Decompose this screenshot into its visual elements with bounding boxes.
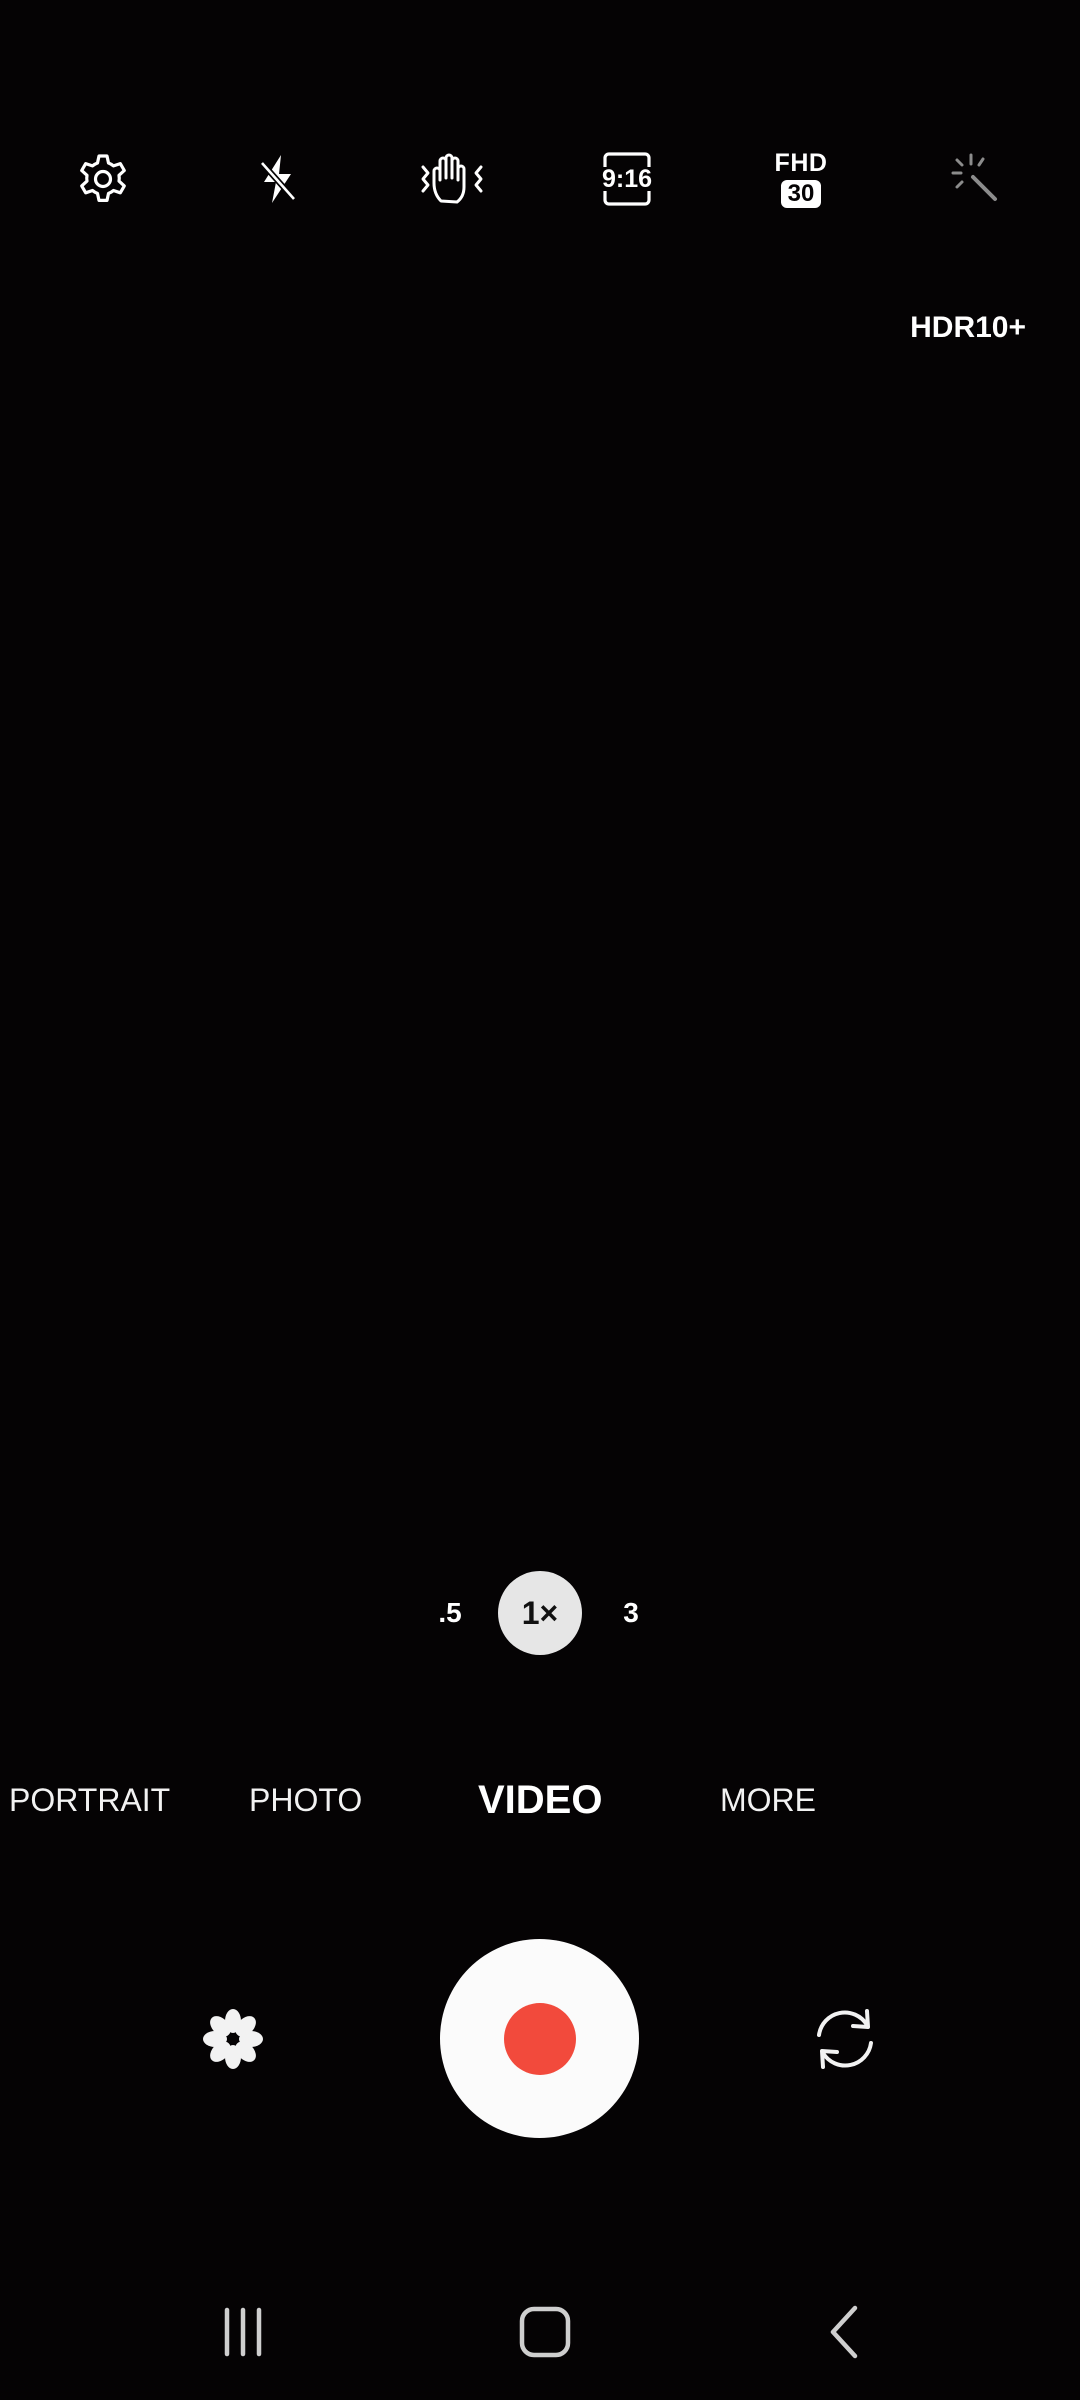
filters-button[interactable] (188, 1994, 278, 2084)
camera-screen: 9:16 FHD 30 HDR10+ .5 1× 3 PORTRAIT PHOT… (0, 0, 1080, 2400)
flash-off-icon (259, 155, 297, 203)
back-button[interactable] (800, 2287, 890, 2377)
back-icon (830, 2305, 858, 2359)
record-button[interactable] (440, 1939, 639, 2138)
switch-camera-button[interactable] (800, 1994, 890, 2084)
flash-button[interactable] (233, 134, 323, 224)
home-icon (519, 2306, 571, 2358)
mode-portrait[interactable]: PORTRAIT (9, 1770, 170, 1830)
aspect-ratio-button[interactable]: 9:16 (582, 134, 672, 224)
flower-icon (203, 2009, 263, 2069)
mode-selector: PORTRAIT PHOTO VIDEO MORE (0, 1770, 1080, 1830)
record-icon (503, 2002, 576, 2075)
zoom-active-indicator: 1× (498, 1571, 582, 1655)
hand-shake-icon (421, 153, 483, 204)
camera-switch-icon (817, 2009, 873, 2069)
system-navigation-bar (0, 2280, 1080, 2384)
fps-label: 30 (780, 180, 822, 208)
recents-icon (224, 2307, 262, 2357)
stabilization-button[interactable] (407, 134, 497, 224)
mode-more[interactable]: MORE (720, 1770, 816, 1830)
home-button[interactable] (500, 2287, 590, 2377)
zoom-option-1x[interactable]: 1× (498, 1570, 582, 1656)
gear-icon (80, 154, 126, 202)
aspect-ratio-label: 9:16 (601, 164, 653, 193)
mode-photo[interactable]: PHOTO (249, 1770, 362, 1830)
zoom-option-3x[interactable]: 3 (611, 1570, 651, 1656)
settings-button[interactable] (58, 134, 148, 224)
mode-video[interactable]: VIDEO (478, 1770, 602, 1830)
hdr-badge[interactable]: HDR10+ (910, 311, 1026, 345)
zoom-selector: .5 1× 3 (0, 1570, 1080, 1656)
zoom-option-0.5x[interactable]: .5 (430, 1570, 470, 1656)
magic-wand-icon (951, 153, 997, 201)
resolution-button[interactable]: FHD 30 (756, 134, 846, 224)
recents-button[interactable] (198, 2287, 288, 2377)
resolution-label: FHD (774, 149, 828, 177)
effects-button[interactable] (930, 134, 1020, 224)
